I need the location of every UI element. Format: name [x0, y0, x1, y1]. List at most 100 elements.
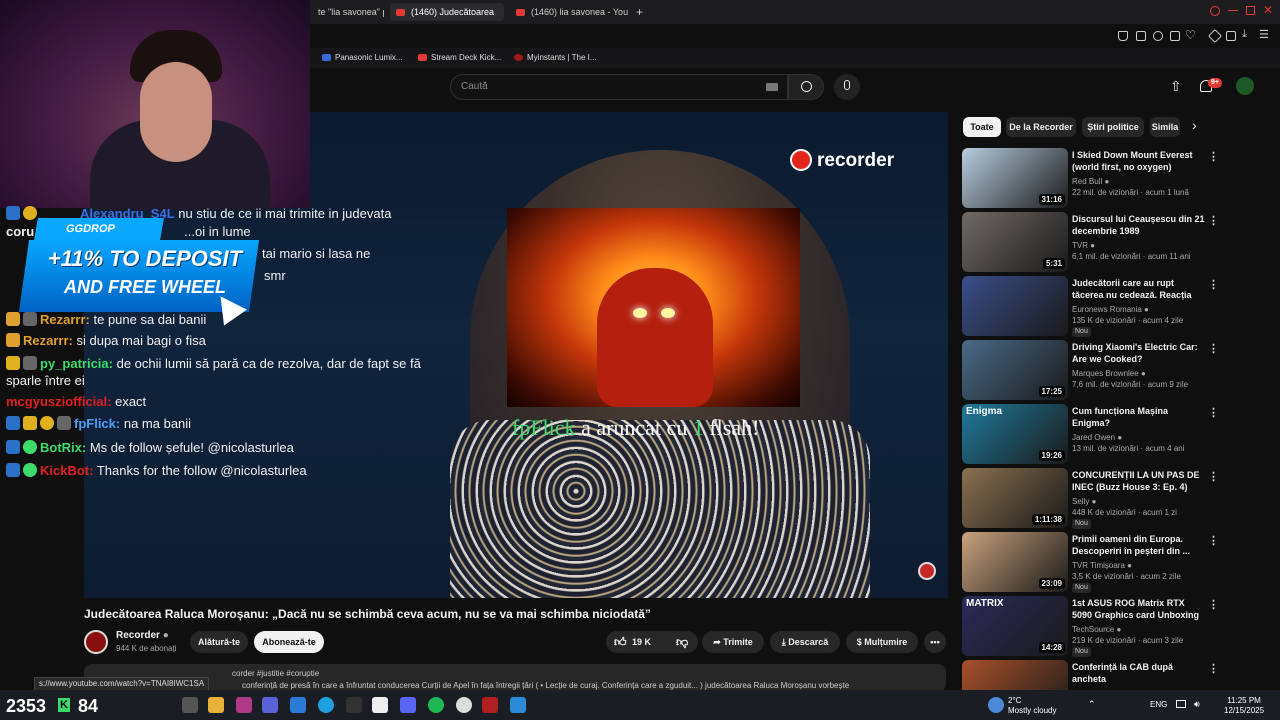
search-input[interactable]: Caută — [450, 74, 788, 100]
recommendation-item[interactable]: MATRIX 14:28 1st ASUS ROG Matrix RTX 5090 … — [962, 596, 1262, 657]
chip-all[interactable]: Toate — [963, 117, 1001, 137]
video-thumbnail[interactable]: Enigma 19:26 — [962, 404, 1068, 464]
video-thumbnail[interactable]: MATRIX 14:28 — [962, 596, 1068, 656]
chrome-icon[interactable] — [456, 697, 472, 713]
file-explorer-icon[interactable] — [208, 697, 224, 713]
recommendation-channel[interactable]: TechSource ● — [1072, 624, 1121, 635]
recommendation-item[interactable]: Judecătorii care au rupt tăcerea nu cede… — [962, 276, 1262, 337]
recommendation-title[interactable]: I Skied Down Mount Everest (world first,… — [1072, 149, 1206, 173]
download-button[interactable]: ⤓ Descarcă — [770, 631, 840, 653]
recommendation-title[interactable]: 1st ASUS ROG Matrix RTX 5090 Graphics ca… — [1072, 597, 1206, 621]
video-thumbnail[interactable]: 17:25 — [962, 340, 1068, 400]
minimize-icon[interactable] — [1228, 10, 1238, 12]
system-clock[interactable]: 11:25 PM 12/15/2025 — [1224, 696, 1264, 716]
download-icon[interactable]: ⤓ — [1242, 28, 1247, 41]
app-icon[interactable] — [346, 697, 362, 713]
recommendation-channel[interactable]: Marques Brownlee ● — [1072, 368, 1146, 379]
browser-tab-active[interactable]: (1460) Judecătoarea — [390, 3, 504, 21]
like-icon[interactable]: 👍︎ — [614, 631, 627, 653]
app-icon[interactable] — [290, 697, 306, 713]
recommendation-item[interactable]: 1:11:38 CONCURENȚII LA UN PAS DE INEC (Bu… — [962, 468, 1262, 529]
task-view-icon[interactable] — [182, 697, 198, 713]
chip-politics[interactable]: Știri politice — [1082, 117, 1144, 137]
recommendation-title[interactable]: Discursul lui Ceaușescu din 21 decembrie… — [1072, 213, 1206, 237]
recommendation-title[interactable]: Conferință la CAB după ancheta — [1072, 661, 1206, 685]
recommendation-channel[interactable]: TVR Timișoara ● — [1072, 560, 1132, 571]
chip-similar[interactable]: Simila — [1150, 117, 1180, 137]
close-icon[interactable]: ✕ — [1263, 3, 1273, 17]
browser-tab[interactable]: (1460) lia savonea - YouTu — [510, 3, 628, 21]
video-thumbnail[interactable] — [962, 276, 1068, 336]
subscribe-button[interactable]: Abonează-te — [254, 631, 324, 653]
heart-icon[interactable]: ♡ — [1185, 28, 1196, 42]
video-thumbnail[interactable]: 31:16 — [962, 148, 1068, 208]
more-actions-button[interactable]: ••• — [924, 631, 946, 653]
chevron-up-icon[interactable]: ⌃ — [1088, 699, 1096, 710]
teams-icon[interactable] — [262, 697, 278, 713]
upload-icon[interactable]: ⇧ — [1170, 78, 1182, 95]
video-thumbnail[interactable]: 23:09 — [962, 532, 1068, 592]
keyboard-icon[interactable] — [766, 83, 778, 91]
app-icon[interactable] — [510, 697, 526, 713]
store-icon[interactable] — [372, 697, 388, 713]
maximize-icon[interactable] — [1246, 6, 1255, 15]
discord-icon[interactable] — [400, 697, 416, 713]
recommendation-channel[interactable]: TVR ● — [1072, 240, 1095, 251]
video-thumbnail[interactable]: 1:11:38 — [962, 468, 1068, 528]
more-options-icon[interactable]: ⋮ — [1208, 662, 1219, 675]
more-options-icon[interactable]: ⋮ — [1208, 470, 1219, 483]
more-options-icon[interactable]: ⋮ — [1208, 150, 1219, 163]
recommendation-title[interactable]: Judecătorii care au rupt tăcerea nu cede… — [1072, 277, 1206, 301]
edge-icon[interactable] — [318, 697, 334, 713]
bookmark-item[interactable]: Myinstants | The I... — [514, 51, 597, 65]
more-options-icon[interactable]: ⋮ — [1208, 406, 1219, 419]
new-tab-button[interactable]: + — [630, 3, 644, 21]
thanks-button[interactable]: $ Mulțumire — [846, 631, 918, 653]
search-button[interactable] — [788, 74, 824, 100]
video-description[interactable]: corder #justitie #coruptie conferință de… — [84, 664, 946, 692]
save-icon[interactable] — [1170, 31, 1180, 41]
recommendation-channel[interactable]: Euronews Romania ● — [1072, 304, 1149, 315]
channel-avatar[interactable] — [84, 630, 108, 654]
dislike-icon[interactable]: 👎︎ — [676, 631, 688, 653]
recommendation-title[interactable]: CONCURENȚII LA UN PAS DE INEC (Buzz Hous… — [1072, 469, 1206, 493]
volume-icon[interactable]: 🔊︎ — [1194, 699, 1200, 710]
network-icon[interactable] — [1176, 700, 1186, 708]
weather-widget[interactable]: 2°C Mostly cloudy — [1008, 696, 1056, 716]
more-options-icon[interactable]: ⋮ — [1208, 534, 1219, 547]
recommendation-item[interactable]: Enigma 19:26 Cum funcționa Mașina Enigma? J… — [962, 404, 1262, 464]
more-options-icon[interactable]: ⋮ — [1208, 342, 1219, 355]
spotify-icon[interactable] — [428, 697, 444, 713]
recommendation-title[interactable]: Cum funcționa Mașina Enigma? — [1072, 405, 1206, 429]
more-options-icon[interactable]: ⋮ — [1208, 598, 1219, 611]
recommendation-channel[interactable]: Selly ● — [1072, 496, 1096, 507]
extension-icon[interactable] — [1118, 31, 1128, 41]
recommendation-item[interactable]: 23:09 Primii oameni din Europa. Descoperi… — [962, 532, 1262, 593]
recommendation-channel[interactable]: Jared Owen ● — [1072, 432, 1122, 443]
share-button[interactable]: ➦ Trimite — [702, 631, 764, 653]
join-button[interactable]: Alătură-te — [190, 631, 248, 653]
reading-list-icon[interactable] — [1226, 31, 1236, 41]
language-indicator[interactable]: ENG — [1150, 700, 1167, 709]
search-icon[interactable] — [1210, 6, 1220, 16]
weather-icon[interactable] — [988, 697, 1004, 713]
screenshot-icon[interactable] — [1136, 31, 1146, 41]
chevron-right-icon[interactable]: › — [1192, 117, 1197, 133]
recommendation-item[interactable]: 5:31 Discursul lui Ceaușescu din 21 decem… — [962, 212, 1262, 272]
recommendation-item[interactable]: 17:25 Driving Xiaomi's Electric Car: Are … — [962, 340, 1262, 400]
browser-icon[interactable] — [482, 697, 498, 713]
recommendation-channel[interactable]: Red Bull ● — [1072, 176, 1109, 187]
puzzle-icon[interactable] — [1207, 28, 1223, 44]
channel-name[interactable]: Recorder ● — [116, 630, 169, 641]
more-options-icon[interactable]: ⋮ — [1208, 278, 1219, 291]
app-icon[interactable] — [236, 697, 252, 713]
video-thumbnail[interactable]: 5:31 — [962, 212, 1068, 272]
bookmark-item[interactable]: Panasonic Lumix... — [322, 51, 403, 65]
menu-icon[interactable]: ☰ — [1259, 28, 1269, 41]
chip-from-channel[interactable]: De la Recorder — [1006, 117, 1076, 137]
recommendation-title[interactable]: Driving Xiaomi's Electric Car: Are we Co… — [1072, 341, 1206, 365]
avatar[interactable] — [1236, 77, 1254, 95]
voice-search-button[interactable] — [834, 74, 860, 100]
shield-icon[interactable] — [1153, 31, 1163, 41]
recommendation-item[interactable]: 31:16 I Skied Down Mount Everest (world f… — [962, 148, 1262, 208]
